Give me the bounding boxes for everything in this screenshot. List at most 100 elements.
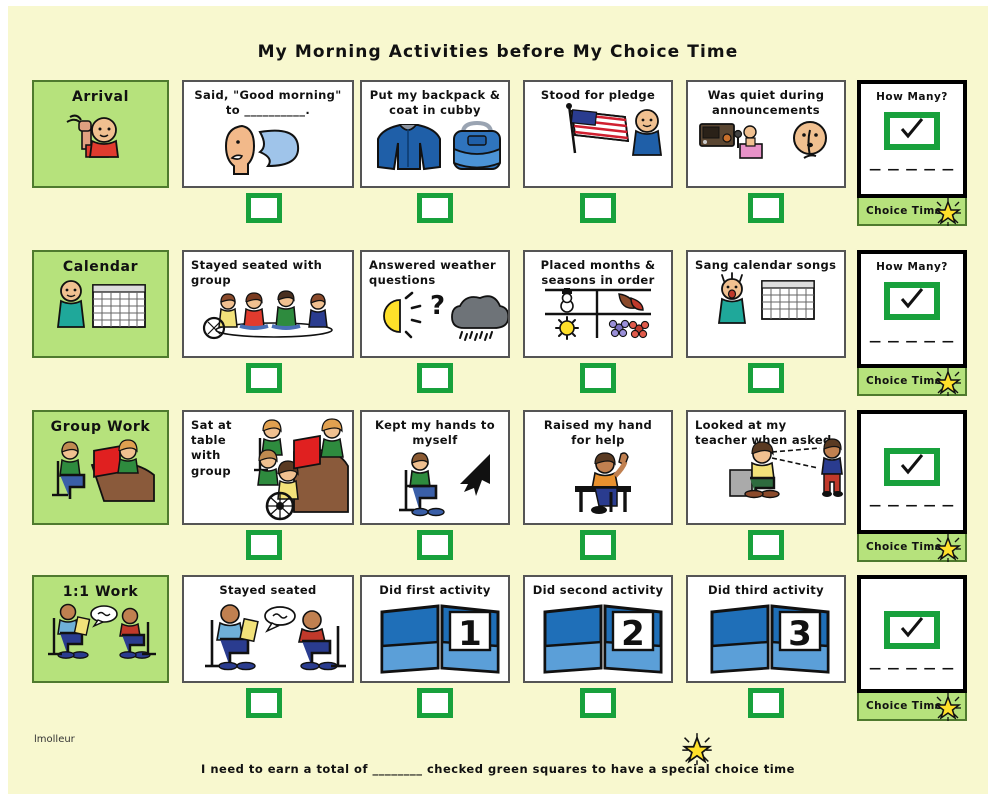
activity-label: Stayed seated with group xyxy=(191,258,323,288)
tally-blank-line: — — — — — xyxy=(869,661,955,675)
activity-label: Was quiet during announcements xyxy=(707,88,825,118)
checkbox-square[interactable] xyxy=(417,363,453,393)
folder-number: 2 xyxy=(621,614,645,654)
activity-label: Stayed seated xyxy=(219,583,317,597)
chart-row-group-work: Group Work Sat at table with group Kept … xyxy=(8,406,988,574)
activity-card[interactable]: Did third activity 3 xyxy=(686,575,846,683)
checkbox-square[interactable] xyxy=(580,193,616,223)
activity-card[interactable]: Did second activity 2 xyxy=(523,575,673,683)
page-title: My Morning Activities before My Choice T… xyxy=(257,42,739,62)
activity-label: Said, "Good morning" to __________. xyxy=(194,88,342,118)
checkbox-square[interactable] xyxy=(748,193,784,223)
activity-card[interactable]: Looked at my teacher when asked xyxy=(686,410,846,525)
folder-number: 1 xyxy=(458,614,482,654)
singing-calendar-icon xyxy=(688,272,844,329)
choice-time-label: Choice Time xyxy=(866,541,943,553)
raised-hand-icon xyxy=(525,448,671,520)
one-on-one-icon xyxy=(34,600,167,660)
tally-check-box[interactable] xyxy=(884,112,940,150)
tally-check-box[interactable] xyxy=(884,611,940,649)
activity-label: Did second activity xyxy=(532,583,664,597)
calendar-person-icon xyxy=(34,275,167,335)
choice-time-banner[interactable]: Choice Time xyxy=(857,368,967,396)
activity-card[interactable]: Did first activity 1 xyxy=(360,575,510,683)
choice-time-label: Choice Time xyxy=(866,205,943,217)
checkbox-square[interactable] xyxy=(748,688,784,718)
checkbox-square[interactable] xyxy=(580,363,616,393)
star-burst-icon xyxy=(933,533,963,567)
checkbox-square[interactable] xyxy=(246,193,282,223)
activity-card[interactable]: Placed months & seasons in order xyxy=(523,250,673,358)
tally-check-box[interactable] xyxy=(884,448,940,486)
activity-card[interactable]: Answered weather questions ? xyxy=(360,250,510,358)
activity-card[interactable]: Raised my hand for help xyxy=(523,410,673,525)
checkbox-square[interactable] xyxy=(417,530,453,560)
quiet-announcements-icon xyxy=(688,118,844,174)
chart-row-arrival: Arrival Said, "Good morning" to ________… xyxy=(8,76,988,236)
star-burst-icon xyxy=(933,692,963,726)
activity-card[interactable]: Sat at table with group xyxy=(182,410,354,525)
activity-card[interactable]: Sang calendar songs xyxy=(686,250,846,358)
checkbox-square[interactable] xyxy=(748,363,784,393)
activity-card[interactable]: Stood for pledge xyxy=(523,80,673,188)
checkbox-square[interactable] xyxy=(246,363,282,393)
category-one-on-one: 1:1 Work xyxy=(32,575,169,683)
category-group-work: Group Work xyxy=(32,410,169,525)
seated-pair-icon xyxy=(184,598,352,680)
activity-card[interactable]: Stayed seated xyxy=(182,575,354,683)
activity-label: Did first activity xyxy=(379,583,491,597)
activity-card[interactable]: Was quiet during announcements xyxy=(686,80,846,188)
activity-card[interactable]: Kept my hands to myself xyxy=(360,410,510,525)
choice-time-banner[interactable]: Choice Time xyxy=(857,534,967,562)
checkbox-square[interactable] xyxy=(748,530,784,560)
activity-card[interactable]: Said, "Good morning" to __________. xyxy=(182,80,354,188)
activity-label: Kept my hands to myself xyxy=(375,418,495,448)
waving-child-icon xyxy=(34,105,167,165)
group-table-icon xyxy=(34,435,167,502)
checkbox-square[interactable] xyxy=(417,193,453,223)
choice-time-banner[interactable]: Choice Time xyxy=(857,198,967,226)
checkbox-square[interactable] xyxy=(246,688,282,718)
folder-2-icon: 2 xyxy=(525,598,671,681)
weather-icon: ? xyxy=(362,288,508,346)
category-arrival: Arrival xyxy=(32,80,169,188)
choice-time-label: Choice Time xyxy=(866,700,943,712)
activity-card[interactable]: Put my backpack & coat in cubby xyxy=(360,80,510,188)
checkbox-square[interactable] xyxy=(246,530,282,560)
tally-check-box[interactable] xyxy=(884,282,940,320)
star-burst-icon xyxy=(933,367,963,401)
activity-card[interactable]: Stayed seated with group xyxy=(182,250,354,358)
category-label: Calendar xyxy=(62,259,139,275)
category-label: Group Work xyxy=(50,419,151,435)
how-many-label: How Many? xyxy=(876,261,948,273)
tally-panel: How Many? — — — — — xyxy=(857,250,967,368)
tally-panel: How Many? — — — — — xyxy=(857,80,967,198)
activity-chart-sheet: My Morning Activities before My Choice T… xyxy=(8,6,988,794)
tally-panel: — — — — — xyxy=(857,575,967,693)
activity-label: Placed months & seasons in order xyxy=(540,258,656,288)
tally-blank-line: — — — — — xyxy=(869,498,955,512)
how-many-label: How Many? xyxy=(876,91,948,103)
folder-1-icon: 1 xyxy=(362,598,508,681)
tally-blank-line: — — — — — xyxy=(869,162,955,176)
activity-label: Put my backpack & coat in cubby xyxy=(369,88,501,118)
seasons-grid-icon xyxy=(525,288,671,344)
group-seated-icon xyxy=(184,288,352,342)
author-signature: lmolleur xyxy=(34,734,75,745)
tally-panel: — — — — — xyxy=(857,410,967,534)
checkbox-square[interactable] xyxy=(417,688,453,718)
checkbox-square[interactable] xyxy=(580,688,616,718)
checkbox-square[interactable] xyxy=(580,530,616,560)
activity-label: Did third activity xyxy=(707,583,824,597)
choice-time-banner[interactable]: Choice Time xyxy=(857,693,967,721)
table-group-icon xyxy=(184,412,352,523)
activity-label: Sang calendar songs xyxy=(695,258,837,272)
category-label: 1:1 Work xyxy=(62,584,139,600)
activity-label: Answered weather questions xyxy=(369,258,497,288)
tally-blank-line: — — — — — xyxy=(869,334,955,348)
activity-label: Raised my hand for help xyxy=(543,418,653,448)
chart-row-one-on-one: 1:1 Work Stayed seated Did first activit… xyxy=(8,571,988,726)
eye-contact-icon xyxy=(688,438,844,502)
category-label: Arrival xyxy=(71,89,129,105)
footer-goal-text: I need to earn a total of ________ check… xyxy=(201,762,795,776)
